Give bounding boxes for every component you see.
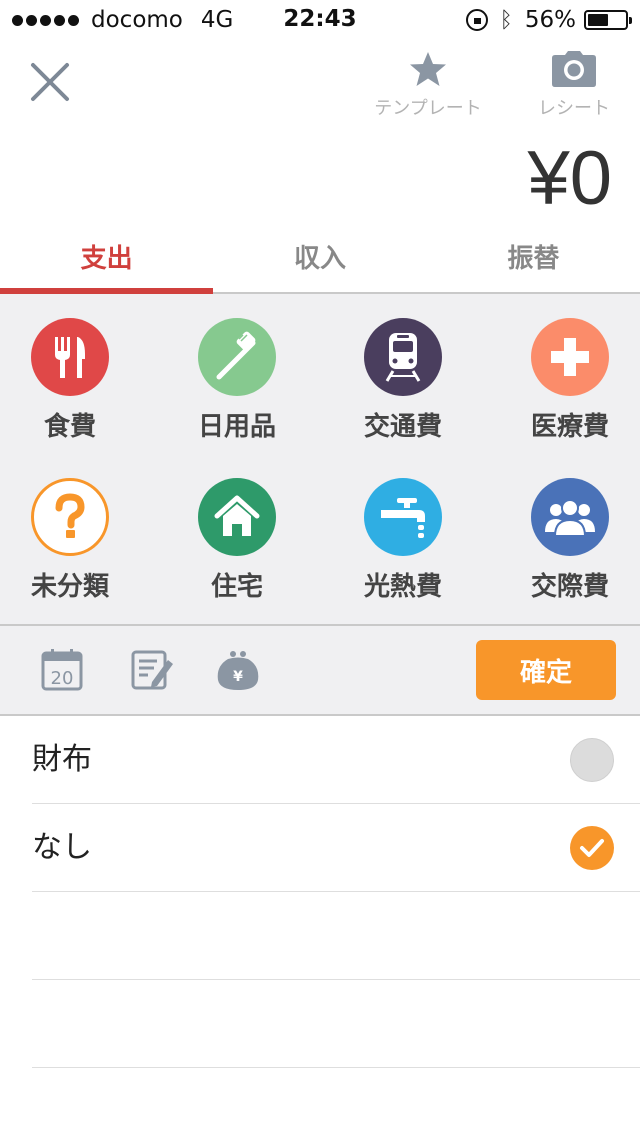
close-icon	[31, 63, 69, 101]
battery-level	[588, 14, 609, 26]
category-label: 住宅	[210, 572, 263, 602]
list-item-empty	[32, 892, 640, 980]
memo-edit-icon	[131, 650, 173, 690]
category-utilities[interactable]: 光熱費	[323, 478, 483, 603]
coin-purse-icon: ¥	[217, 651, 259, 690]
category-medical[interactable]: 医療費	[490, 318, 640, 443]
category-label: 光熱費	[363, 572, 442, 602]
battery-percent: 56%	[524, 7, 576, 33]
calendar-day: 20	[51, 668, 74, 689]
tab-transfer[interactable]: 振替	[427, 230, 640, 292]
category-housing[interactable]: 住宅	[157, 478, 317, 603]
entry-toolbar: 20 ¥ 確定	[0, 626, 640, 716]
list-item-empty	[32, 980, 640, 1068]
question-icon	[31, 478, 109, 556]
svg-text:¥: ¥	[233, 669, 243, 685]
calendar-icon: 20	[41, 649, 83, 691]
tab-income[interactable]: 収入	[213, 230, 426, 292]
people-icon	[531, 478, 609, 556]
tab-expense[interactable]: 支出	[0, 230, 214, 294]
list-item[interactable]: 財布	[32, 716, 640, 804]
status-right: ᛒ 56%	[465, 6, 632, 34]
category-label: 交通費	[363, 412, 442, 442]
memo-button[interactable]	[130, 648, 174, 692]
list-item-label: なし	[32, 830, 92, 865]
house-icon	[198, 478, 276, 556]
wallet-list: 財布 なし	[0, 716, 640, 1068]
check-icon[interactable]	[570, 826, 614, 870]
close-button[interactable]	[30, 62, 70, 102]
receipt-button[interactable]: レシート	[514, 50, 634, 120]
bluetooth-icon: ᛒ	[499, 7, 513, 33]
type-tabs: 支出 収入 振替	[0, 230, 640, 294]
amount-display: ¥0	[527, 136, 612, 221]
radio-unselected-icon[interactable]	[570, 738, 614, 782]
list-item-label: 財布	[32, 742, 92, 777]
category-label: 交際費	[530, 572, 609, 602]
category-grid: 食費 日用品 交通費 医療費 未分類 住宅 光熱費 交際費	[0, 294, 640, 626]
category-label: 医療費	[530, 412, 609, 442]
star-icon	[410, 52, 446, 86]
category-uncategorized[interactable]: 未分類	[0, 478, 150, 603]
category-label: 未分類	[30, 572, 109, 602]
list-item[interactable]: なし	[32, 804, 640, 892]
template-label: テンプレート	[374, 98, 482, 119]
rotation-lock-icon	[465, 9, 488, 31]
category-social[interactable]: 交際費	[490, 478, 640, 603]
category-label: 日用品	[197, 412, 276, 442]
category-daily-goods[interactable]: 日用品	[157, 318, 317, 443]
camera-icon	[552, 51, 596, 87]
medical-cross-icon	[531, 318, 609, 396]
faucet-icon	[364, 478, 442, 556]
toothbrush-icon	[198, 318, 276, 396]
category-transport[interactable]: 交通費	[323, 318, 483, 443]
category-food[interactable]: 食費	[0, 318, 150, 443]
status-bar: docomo 4G 22:43 ᛒ 56%	[0, 0, 640, 40]
template-button[interactable]: テンプレート	[368, 50, 488, 120]
battery-icon	[584, 10, 632, 30]
receipt-label: レシート	[538, 98, 610, 119]
fork-knife-icon	[31, 318, 109, 396]
train-icon	[364, 318, 442, 396]
category-label: 食費	[43, 412, 96, 442]
wallet-button[interactable]: ¥	[216, 648, 260, 692]
date-button[interactable]: 20	[40, 648, 84, 692]
confirm-button[interactable]: 確定	[476, 640, 616, 700]
